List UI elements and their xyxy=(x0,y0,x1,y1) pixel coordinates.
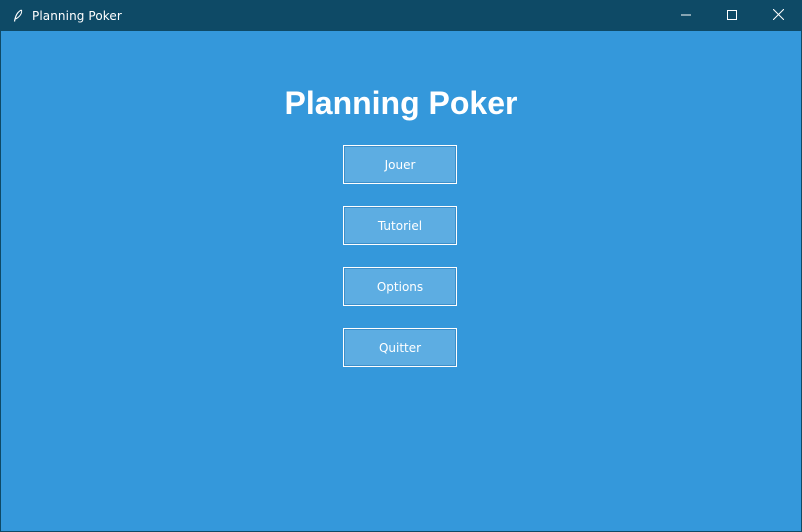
maximize-button[interactable] xyxy=(709,1,755,31)
minimize-icon xyxy=(681,9,691,23)
title-bar[interactable]: Planning Poker xyxy=(1,1,801,31)
close-button[interactable] xyxy=(755,1,801,31)
maximize-icon xyxy=(727,9,737,23)
options-button[interactable]: Options xyxy=(343,267,457,306)
main-menu: Planning Poker Jouer Tutoriel Options Qu… xyxy=(1,31,801,531)
tutorial-button[interactable]: Tutoriel xyxy=(343,206,457,245)
minimize-button[interactable] xyxy=(663,1,709,31)
window-title: Planning Poker xyxy=(32,9,122,23)
close-icon xyxy=(772,8,784,23)
play-button[interactable]: Jouer xyxy=(343,145,457,184)
window-controls xyxy=(663,1,801,31)
feather-icon xyxy=(10,8,26,24)
app-window: Planning Poker Planning Poker Jouer Tuto… xyxy=(0,0,802,532)
page-title: Planning Poker xyxy=(284,85,518,121)
quit-button[interactable]: Quitter xyxy=(343,328,457,367)
